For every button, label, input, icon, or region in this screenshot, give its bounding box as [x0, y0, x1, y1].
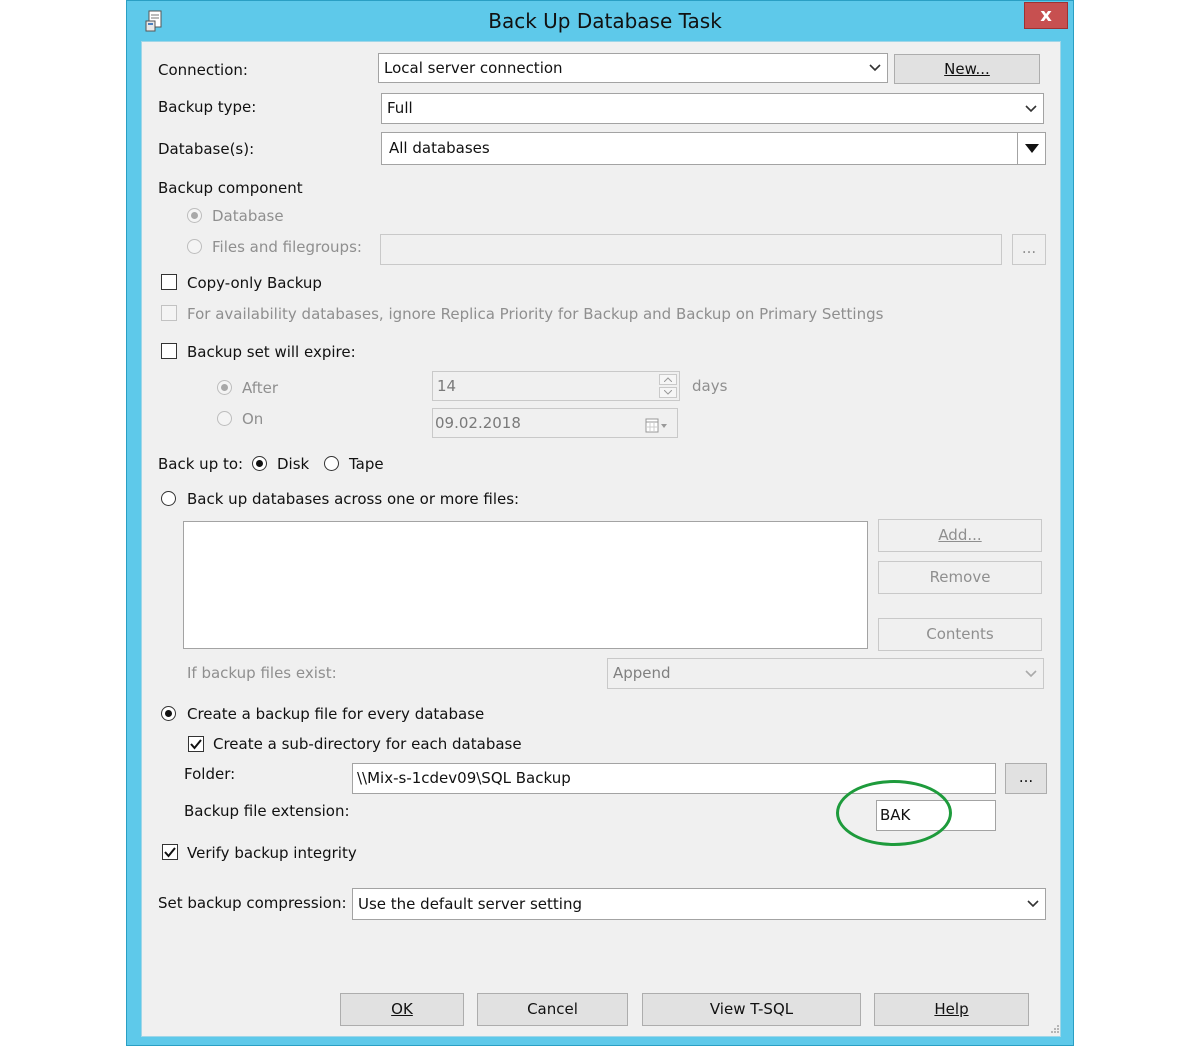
backup-component-heading: Backup component — [158, 179, 303, 197]
spin-up-icon[interactable] — [659, 374, 677, 385]
subdirectory-checkbox[interactable] — [188, 736, 204, 752]
help-button[interactable]: Help — [874, 993, 1029, 1026]
close-icon: x — [1040, 5, 1052, 26]
new-connection-button[interactable]: New... — [894, 54, 1040, 84]
compression-label: Set backup compression: — [158, 894, 347, 912]
check-icon — [164, 846, 176, 858]
close-button[interactable]: x — [1024, 2, 1068, 29]
chevron-down-icon — [1023, 659, 1039, 688]
expire-on-radio[interactable] — [217, 411, 232, 426]
expire-days-spinner[interactable] — [659, 374, 677, 398]
copy-only-checkbox[interactable] — [161, 274, 177, 290]
resize-grip[interactable] — [1048, 1022, 1060, 1034]
tape-label: Tape — [349, 455, 384, 473]
chevron-down-icon — [1017, 133, 1045, 164]
files-component-radio[interactable] — [187, 239, 202, 254]
highlight-ellipse — [836, 780, 952, 846]
tape-radio[interactable] — [324, 456, 339, 471]
expire-label: Backup set will expire: — [187, 343, 356, 361]
remove-button-label: Remove — [929, 568, 991, 586]
expire-after-label: After — [242, 379, 279, 397]
backup-type-value: Full — [387, 99, 413, 117]
cancel-label: Cancel — [527, 1000, 578, 1018]
calendar-icon[interactable] — [645, 415, 669, 443]
across-files-radio[interactable] — [161, 491, 176, 506]
extension-label: Backup file extension: — [184, 802, 350, 820]
backup-to-label: Back up to: — [158, 455, 244, 473]
days-label: days — [692, 377, 728, 395]
if-exists-label: If backup files exist: — [187, 664, 337, 682]
expire-days-value: 14 — [437, 377, 457, 395]
copy-only-label: Copy-only Backup — [187, 274, 322, 292]
database-component-radio[interactable] — [187, 208, 202, 223]
app-icon — [145, 10, 165, 32]
databases-value: All databases — [389, 139, 490, 157]
check-icon — [190, 738, 202, 750]
add-button-label: Add... — [938, 526, 982, 544]
connection-value: Local server connection — [384, 59, 563, 77]
ok-button[interactable]: OK — [340, 993, 464, 1026]
expire-after-radio[interactable] — [217, 380, 232, 395]
view-tsql-label: View T-SQL — [709, 1000, 794, 1018]
verify-checkbox[interactable] — [162, 844, 178, 860]
filegroups-browse-button[interactable]: ... — [1012, 234, 1046, 265]
verify-label: Verify backup integrity — [187, 844, 357, 862]
chevron-down-icon — [1023, 94, 1039, 123]
cancel-button[interactable]: Cancel — [477, 993, 628, 1026]
folder-label: Folder: — [184, 765, 236, 783]
chevron-down-icon — [867, 54, 883, 82]
per-database-label: Create a backup file for every database — [187, 705, 485, 723]
help-label: Help — [934, 1000, 969, 1018]
subdirectory-label: Create a sub-directory for each database — [213, 735, 522, 753]
backup-type-label: Backup type: — [158, 98, 257, 116]
expire-date-picker[interactable]: 09.02.2018 — [432, 408, 678, 438]
connection-label: Connection: — [158, 61, 248, 79]
remove-file-button[interactable]: Remove — [878, 561, 1042, 594]
expire-days-input[interactable]: 14 — [432, 371, 680, 401]
database-component-label: Database — [212, 207, 284, 225]
spin-down-icon[interactable] — [659, 387, 677, 398]
disk-radio[interactable] — [252, 456, 267, 471]
databases-select[interactable]: All databases — [381, 132, 1046, 165]
window-title: Back Up Database Task — [488, 9, 722, 33]
ok-label: OK — [391, 1000, 413, 1018]
if-exists-select[interactable]: Append — [607, 658, 1044, 689]
expire-checkbox[interactable] — [161, 343, 177, 359]
per-database-radio[interactable] — [161, 706, 176, 721]
add-file-button[interactable]: Add... — [878, 519, 1042, 552]
chevron-down-icon — [1025, 889, 1041, 919]
disk-label: Disk — [277, 455, 310, 473]
filegroups-input[interactable] — [380, 234, 1002, 265]
connection-select[interactable]: Local server connection — [378, 53, 888, 83]
compression-select[interactable]: Use the default server setting — [352, 888, 1046, 920]
view-tsql-button[interactable]: View T-SQL — [642, 993, 861, 1026]
compression-value: Use the default server setting — [358, 895, 582, 913]
backup-files-list[interactable] — [183, 521, 868, 649]
files-component-label: Files and filegroups: — [212, 238, 362, 256]
contents-button-label: Contents — [926, 625, 994, 643]
expire-date-value: 09.02.2018 — [435, 414, 521, 432]
contents-button[interactable]: Contents — [878, 618, 1042, 651]
folder-browse-button[interactable]: ... — [1005, 763, 1047, 794]
backup-type-select[interactable]: Full — [381, 93, 1044, 124]
new-button-label: New... — [944, 60, 990, 78]
if-exists-value: Append — [613, 664, 671, 682]
expire-on-label: On — [242, 410, 264, 428]
availability-checkbox[interactable] — [161, 305, 177, 321]
availability-label: For availability databases, ignore Repli… — [187, 305, 884, 323]
databases-label: Database(s): — [158, 140, 255, 158]
across-files-label: Back up databases across one or more fil… — [187, 490, 520, 508]
